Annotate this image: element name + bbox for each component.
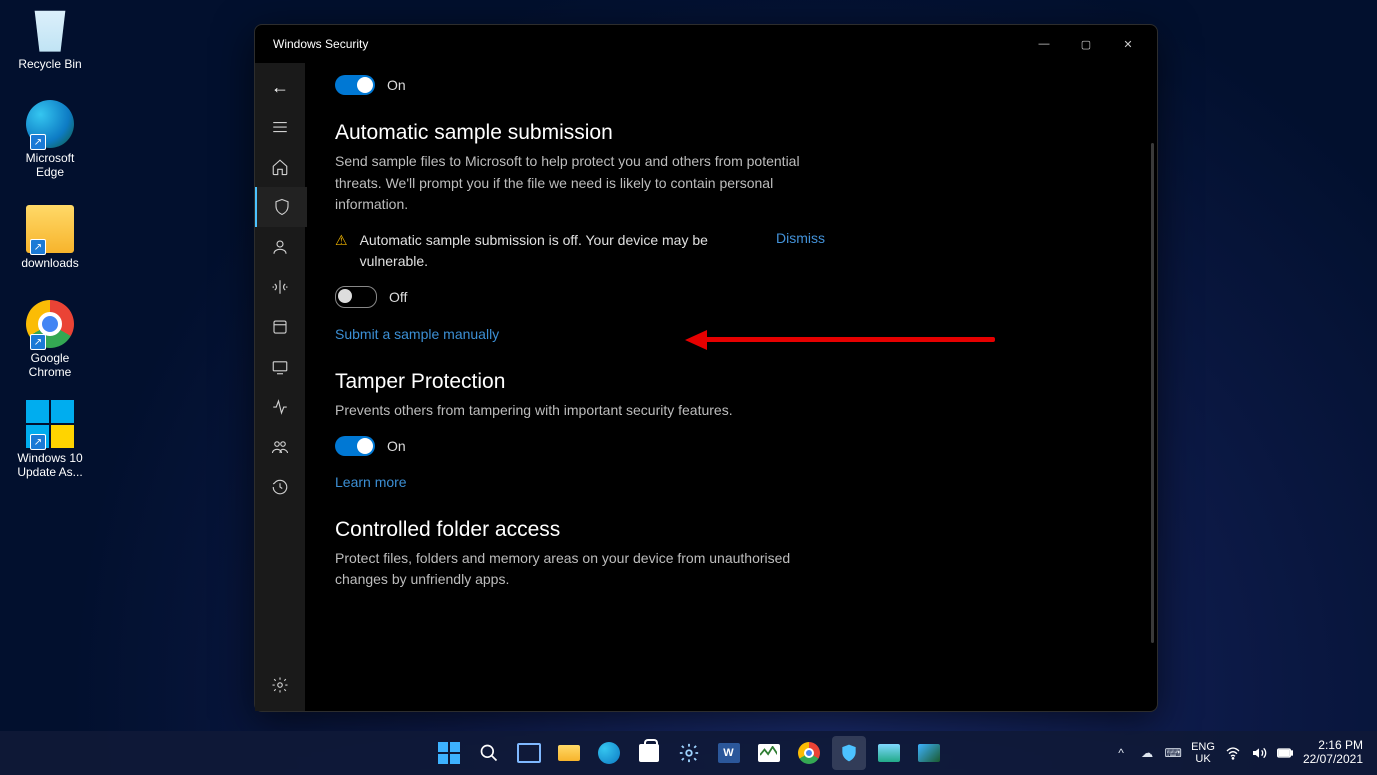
heading-controlled-folder-access: Controlled folder access (335, 518, 1127, 542)
submit-sample-link[interactable]: Submit a sample manually (335, 326, 499, 342)
chrome-taskbar-icon[interactable] (792, 736, 826, 770)
volume-icon[interactable] (1251, 745, 1267, 761)
section-description: Prevents others from tampering with impo… (335, 400, 825, 422)
settings-icon[interactable] (255, 665, 305, 705)
family-icon[interactable] (255, 427, 305, 467)
heading-automatic-sample-submission: Automatic sample submission (335, 121, 1127, 145)
system-tray: ^ ☁ ⌨ ENG UK 2:16 PM 22/07/2021 (1113, 739, 1377, 767)
taskbar: W ^ ☁ ⌨ ENG UK 2:16 PM 22/07/2021 (0, 731, 1377, 775)
icon-label: Microsoft Edge (10, 151, 90, 179)
store-icon[interactable] (632, 736, 666, 770)
icon-label: downloads (10, 256, 90, 270)
warning-text: Automatic sample submission is off. Your… (360, 230, 756, 272)
file-explorer-icon[interactable] (552, 736, 586, 770)
app-browser-icon[interactable] (255, 307, 305, 347)
desktop-icon-chrome[interactable]: ↗ Google Chrome (10, 300, 90, 379)
dismiss-link[interactable]: Dismiss (776, 230, 825, 246)
sample-submission-toggle[interactable] (335, 286, 377, 308)
time-text: 2:16 PM (1303, 739, 1363, 753)
toggle-label: Off (389, 289, 407, 305)
desktop-icon-edge[interactable]: ↗ Microsoft Edge (10, 100, 90, 179)
tray-chevron-icon[interactable]: ^ (1113, 745, 1129, 761)
onedrive-icon[interactable]: ☁ (1139, 745, 1155, 761)
tamper-protection-toggle[interactable] (335, 436, 375, 456)
icon-label: Google Chrome (10, 351, 90, 379)
cloud-protection-toggle[interactable] (335, 75, 375, 95)
windows-security-window: Windows Security — ▢ ✕ ← On (254, 24, 1158, 712)
home-icon[interactable] (255, 147, 305, 187)
content-pane: On Automatic sample submission Send samp… (305, 63, 1157, 711)
icon-label: Recycle Bin (10, 57, 90, 71)
firewall-icon[interactable] (255, 267, 305, 307)
search-icon[interactable] (472, 736, 506, 770)
keyboard-icon[interactable]: ⌨ (1165, 745, 1181, 761)
desktop-icon-recycle-bin[interactable]: Recycle Bin (10, 6, 90, 71)
language-indicator[interactable]: ENG UK (1191, 741, 1215, 765)
toggle-label: On (387, 77, 406, 93)
desktop-icon-windows-update[interactable]: ↗ Windows 10 Update As... (10, 400, 90, 479)
section-description: Send sample files to Microsoft to help p… (335, 151, 825, 216)
icon-label: Windows 10 Update As... (10, 451, 90, 479)
titlebar: Windows Security — ▢ ✕ (255, 25, 1157, 63)
section-description: Protect files, folders and memory areas … (335, 548, 825, 591)
date-text: 22/07/2021 (1303, 753, 1363, 767)
battery-icon[interactable] (1277, 745, 1293, 761)
word-icon[interactable]: W (712, 736, 746, 770)
toggle-label: On (387, 438, 406, 454)
learn-more-link[interactable]: Learn more (335, 474, 407, 490)
task-view-icon[interactable] (512, 736, 546, 770)
scrollbar[interactable] (1151, 143, 1154, 643)
window-title: Windows Security (263, 37, 1023, 51)
taskbar-center: W (432, 736, 946, 770)
clock[interactable]: 2:16 PM 22/07/2021 (1303, 739, 1363, 767)
shield-icon[interactable] (255, 187, 307, 227)
edge-taskbar-icon[interactable] (592, 736, 626, 770)
hamburger-icon[interactable] (255, 107, 305, 147)
wifi-icon[interactable] (1225, 745, 1241, 761)
task-manager-icon[interactable] (752, 736, 786, 770)
photos-icon[interactable] (912, 736, 946, 770)
protection-history-icon[interactable] (255, 467, 305, 507)
start-button[interactable] (432, 736, 466, 770)
minimize-button[interactable]: — (1023, 29, 1065, 59)
device-performance-icon[interactable] (255, 387, 305, 427)
warning-row: ⚠ Automatic sample submission is off. Yo… (335, 230, 825, 272)
back-button[interactable]: ← (255, 67, 305, 107)
app-icon[interactable] (872, 736, 906, 770)
heading-tamper-protection: Tamper Protection (335, 370, 1127, 394)
sidebar: ← (255, 63, 305, 711)
account-icon[interactable] (255, 227, 305, 267)
windows-security-taskbar-icon[interactable] (832, 736, 866, 770)
desktop-icon-downloads[interactable]: ↗ downloads (10, 205, 90, 270)
maximize-button[interactable]: ▢ (1065, 29, 1107, 59)
warning-icon: ⚠ (335, 232, 348, 249)
device-security-icon[interactable] (255, 347, 305, 387)
close-button[interactable]: ✕ (1107, 29, 1149, 59)
settings-taskbar-icon[interactable] (672, 736, 706, 770)
